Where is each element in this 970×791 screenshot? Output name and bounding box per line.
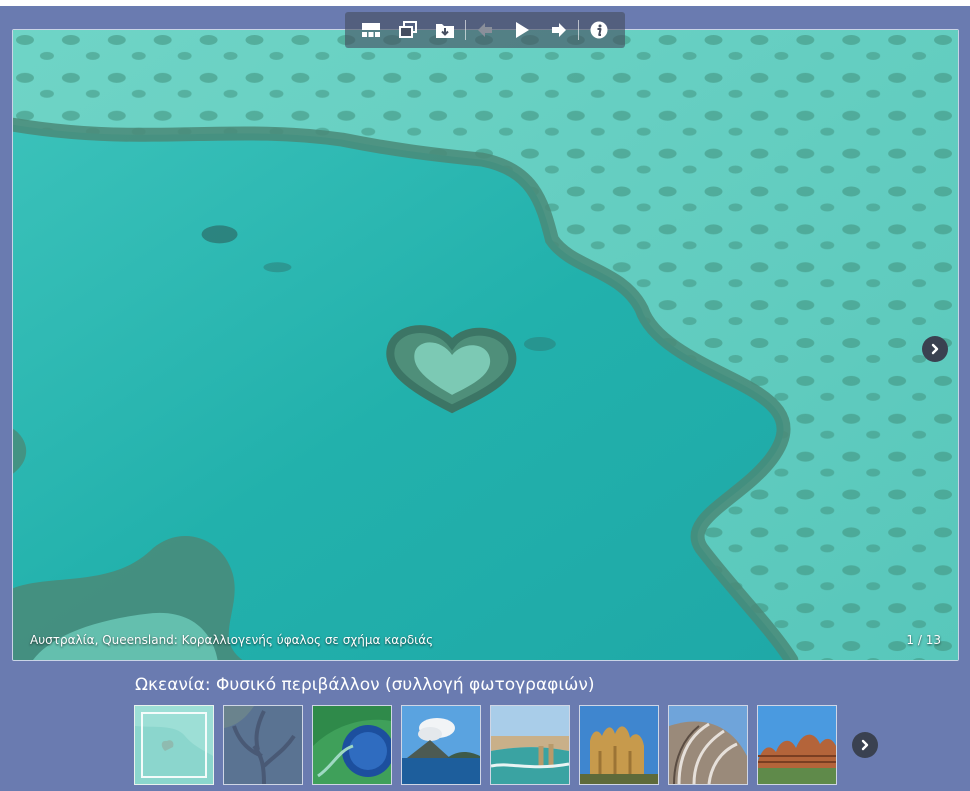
- photo-caption: Αυστραλία, Queensland: Κοραλλιογενής ύφα…: [30, 633, 434, 647]
- thumbnail-image: [580, 706, 658, 784]
- toolbar-separator: [578, 20, 580, 40]
- thumbnail-image: [758, 706, 836, 784]
- photo-counter: 1 / 13: [906, 633, 941, 647]
- thumbnails-next-button[interactable]: [852, 732, 878, 758]
- previous-button[interactable]: [467, 12, 504, 48]
- thumbnail-river-delta[interactable]: [223, 705, 303, 785]
- info-icon: [590, 21, 608, 39]
- main-photo: [13, 30, 958, 660]
- chevron-right-icon: [861, 739, 869, 751]
- top-strip: [0, 0, 970, 6]
- viewer-toolbar: [345, 12, 625, 48]
- previous-arrow-icon: [478, 23, 492, 37]
- chevron-right-icon: [931, 343, 939, 355]
- next-photo-button[interactable]: [922, 336, 948, 362]
- collection-title: Ωκεανία: Φυσικό περιβάλλον (συλλογή φωτο…: [135, 675, 595, 695]
- thumbnail-image: [669, 706, 747, 784]
- info-button[interactable]: [580, 12, 617, 48]
- grid-view-button[interactable]: [353, 12, 390, 48]
- toolbar-separator: [464, 20, 466, 40]
- thumbnail-image: [224, 706, 302, 784]
- next-arrow-icon: [551, 23, 566, 37]
- download-folder-icon: [436, 24, 455, 38]
- thumbnail-image: [402, 706, 480, 784]
- open-window-button[interactable]: [390, 12, 427, 48]
- download-button[interactable]: [427, 12, 464, 48]
- play-icon: [515, 22, 529, 38]
- thumbnail-blue-hole[interactable]: [312, 705, 392, 785]
- thumbnail-bungle-bungle[interactable]: [757, 705, 837, 785]
- thumbnail-volcano-island[interactable]: [401, 705, 481, 785]
- thumbnail-heart-reef[interactable]: [134, 705, 214, 785]
- play-slideshow-button[interactable]: [503, 12, 540, 48]
- photo-viewer[interactable]: Αυστραλία, Queensland: Κοραλλιογενής ύφα…: [12, 29, 959, 661]
- thumbnail-image: [491, 706, 569, 784]
- next-button[interactable]: [540, 12, 577, 48]
- thumbnail-wave-rock[interactable]: [668, 705, 748, 785]
- thumbnail-rock-pinnacles[interactable]: [579, 705, 659, 785]
- thumbnail-coastline[interactable]: [490, 705, 570, 785]
- grid-icon: [362, 23, 381, 37]
- windows-icon: [399, 21, 418, 38]
- thumbnail-image: [313, 706, 391, 784]
- selected-frame: [141, 712, 207, 778]
